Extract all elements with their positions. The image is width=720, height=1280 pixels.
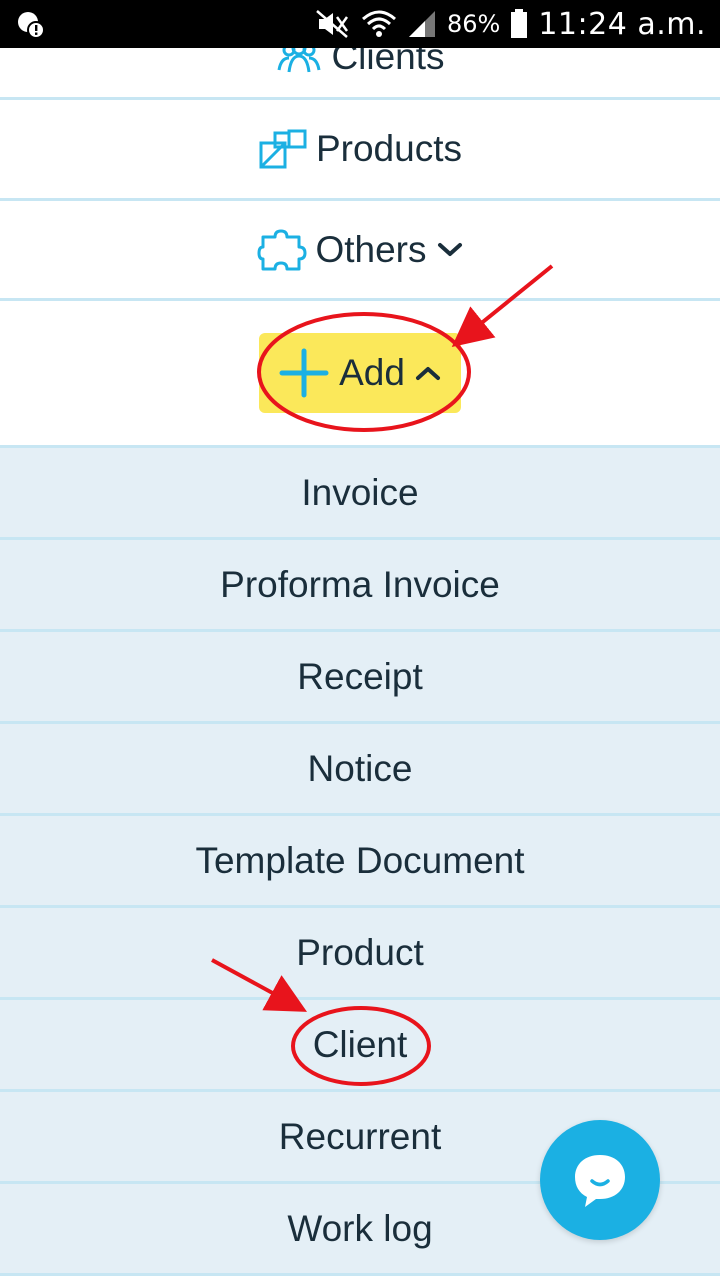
products-icon <box>259 129 307 169</box>
add-item-template-document[interactable]: Template Document <box>0 816 720 908</box>
chevron-down-icon <box>437 242 462 256</box>
wifi-icon <box>361 10 396 37</box>
plus-icon <box>279 348 329 398</box>
battery-percent: 86% <box>446 10 501 38</box>
menu-item-add: Add <box>0 301 720 448</box>
menu-item-others-label: Others <box>315 228 427 270</box>
menu-item-clients[interactable]: Clients <box>0 48 720 100</box>
add-item-client[interactable]: Client <box>0 1000 720 1092</box>
menu-item-products[interactable]: Products <box>0 100 720 201</box>
signal-icon <box>408 11 435 37</box>
mute-icon <box>316 10 349 38</box>
chat-button[interactable] <box>540 1120 660 1240</box>
add-button-label: Add <box>339 352 405 393</box>
battery-icon <box>511 9 528 38</box>
add-item-invoice[interactable]: Invoice <box>0 448 720 540</box>
side-menu: Clients Products Others Add Invoice Prof… <box>0 48 720 1276</box>
status-bar: 86% 11:24 a.m. <box>0 0 720 48</box>
notification-alert-icon <box>18 12 45 39</box>
puzzle-icon <box>257 229 307 270</box>
clients-icon <box>277 48 321 73</box>
add-item-notice[interactable]: Notice <box>0 724 720 816</box>
menu-item-products-label: Products <box>315 128 462 169</box>
add-item-proforma-invoice[interactable]: Proforma Invoice <box>0 540 720 632</box>
menu-item-clients-label: Clients <box>331 48 445 77</box>
menu-item-others[interactable]: Others <box>0 201 720 301</box>
chevron-up-icon <box>415 367 440 380</box>
add-item-receipt[interactable]: Receipt <box>0 632 720 724</box>
add-item-product[interactable]: Product <box>0 908 720 1000</box>
clock: 11:24 a.m. <box>538 6 706 42</box>
chat-bubble-icon <box>575 1155 625 1207</box>
add-button[interactable]: Add <box>259 333 461 413</box>
